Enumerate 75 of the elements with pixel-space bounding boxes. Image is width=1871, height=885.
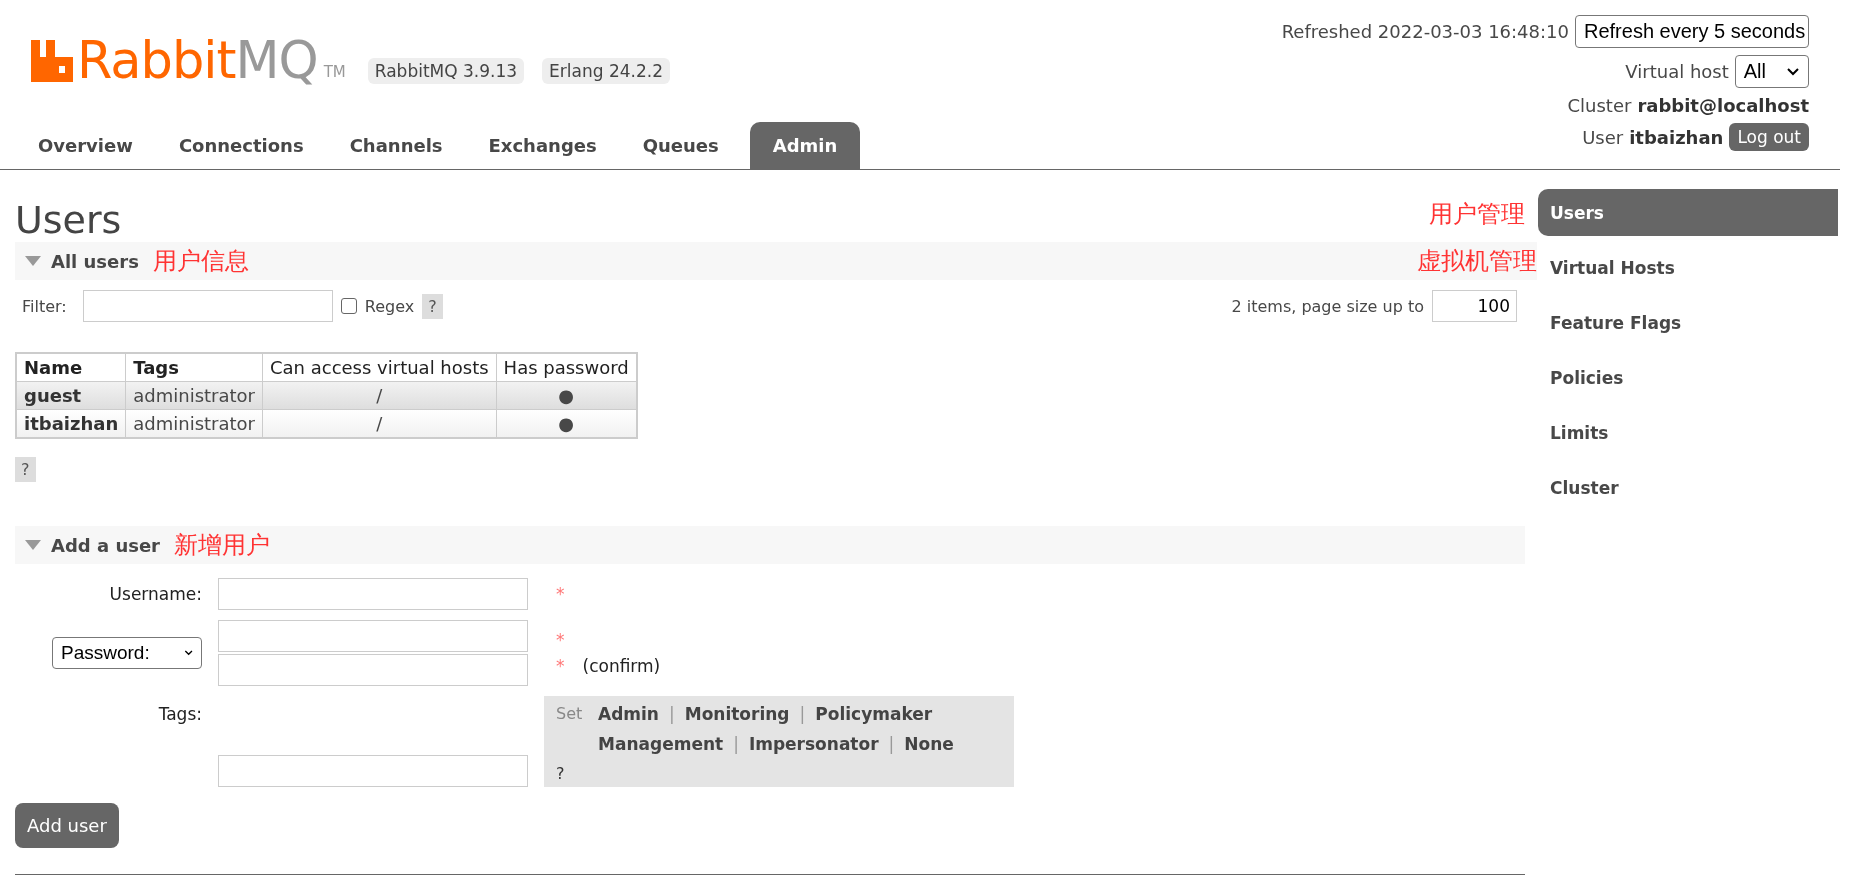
tag-link[interactable]: Policymaker: [815, 704, 933, 724]
column-header: Tags: [125, 353, 263, 382]
tags-label: Tags:: [157, 704, 202, 724]
required-mark: *: [556, 656, 565, 676]
table-cell: /: [262, 381, 497, 410]
annotation-text: 用户管理: [1429, 199, 1525, 230]
refreshed-time: Refreshed 2022-03-03 16:48:10: [1281, 21, 1569, 42]
triangle-down-icon: [25, 256, 41, 266]
vhost-select[interactable]: All: [1734, 55, 1809, 88]
page-title: Users: [15, 200, 122, 242]
user-label: User: [1582, 126, 1624, 148]
section-header[interactable]: All users 用户信息 虚拟机管理: [15, 242, 1537, 280]
chevron-down-icon: [1786, 66, 1800, 77]
sidebar-item[interactable]: Feature Flags: [1538, 299, 1838, 346]
password-field[interactable]: [218, 620, 528, 652]
cluster-name: rabbit@localhost: [1637, 95, 1809, 116]
tag-link[interactable]: None: [904, 734, 954, 754]
regex-label: Regex: [364, 296, 415, 316]
column-header: Can access virtual hosts: [262, 353, 497, 382]
separator: |: [888, 734, 895, 754]
help-button[interactable]: ?: [422, 293, 443, 319]
tag-link[interactable]: Impersonator: [748, 734, 879, 754]
annotation-text: 新增用户: [174, 530, 270, 561]
triangle-down-icon: [25, 540, 41, 550]
username-field[interactable]: [218, 578, 528, 610]
cluster-label: Cluster: [1567, 95, 1632, 116]
sidebar-item[interactable]: Cluster: [1538, 464, 1838, 511]
table-cell: administrator: [125, 381, 263, 410]
sidebar-item[interactable]: Virtual Hosts: [1538, 244, 1838, 291]
separator: |: [733, 734, 739, 754]
version-badge: Erlang 24.2.2: [542, 58, 671, 84]
logout-button[interactable]: Log out: [1729, 123, 1809, 151]
sidebar-item[interactable]: Limits: [1538, 409, 1838, 456]
add-user-button[interactable]: Add user: [15, 803, 119, 848]
required-mark: *: [556, 630, 566, 650]
version-badge: RabbitMQ 3.9.13: [367, 58, 525, 84]
page-size-field[interactable]: 100: [1432, 290, 1517, 322]
column-header: Name: [16, 353, 126, 382]
tags-field[interactable]: [218, 755, 528, 787]
separator: |: [669, 704, 675, 724]
chevron-down-icon: [183, 648, 193, 658]
annotation-text: 用户信息: [152, 246, 249, 277]
nav-tab[interactable]: Admin: [749, 122, 861, 169]
tag-link[interactable]: Management: [598, 734, 724, 754]
tag-link[interactable]: Admin: [598, 704, 659, 724]
help-mark[interactable]: ?: [556, 764, 598, 783]
required-mark: *: [556, 584, 566, 604]
vhost-label: Virtual host: [1625, 61, 1729, 82]
filter-label: Filter:: [22, 296, 67, 316]
username-label: Username:: [108, 584, 202, 604]
nav-tab[interactable]: Exchanges: [465, 122, 620, 169]
sidebar-item[interactable]: Users: [1538, 189, 1838, 236]
rabbitmq-logo: RabbitMQ TM: [31, 35, 346, 86]
separator: |: [799, 704, 806, 724]
confirm-label: (confirm): [582, 656, 661, 676]
section-title: Add a user: [51, 534, 160, 556]
filter-field[interactable]: [82, 290, 333, 322]
password-select[interactable]: Password:: [52, 637, 202, 669]
sidebar-item[interactable]: Policies: [1538, 354, 1838, 401]
nav-tab[interactable]: Connections: [155, 122, 327, 169]
section-header[interactable]: Add a user 新增用户: [15, 526, 1525, 564]
refresh-select[interactable]: Refresh every 5 seconds: [1575, 15, 1809, 48]
user-name: itbaizhan: [1629, 126, 1724, 148]
nav-tab[interactable]: Queues: [619, 122, 742, 169]
set-label: Set: [556, 704, 584, 725]
confirm-password-field[interactable]: [218, 654, 528, 686]
page-size-label: 2 items, page size up to: [1231, 296, 1424, 316]
annotation-text: 虚拟机管理: [1417, 246, 1537, 277]
regex-checkbox[interactable]: [340, 298, 357, 314]
help-button[interactable]: ?: [15, 457, 36, 482]
nav-tab[interactable]: Channels: [326, 122, 466, 169]
tag-link[interactable]: Monitoring: [684, 704, 790, 724]
table-cell[interactable]: guest: [16, 381, 126, 410]
nav-tab[interactable]: Overview: [15, 122, 156, 169]
section-title: All users: [51, 250, 139, 272]
